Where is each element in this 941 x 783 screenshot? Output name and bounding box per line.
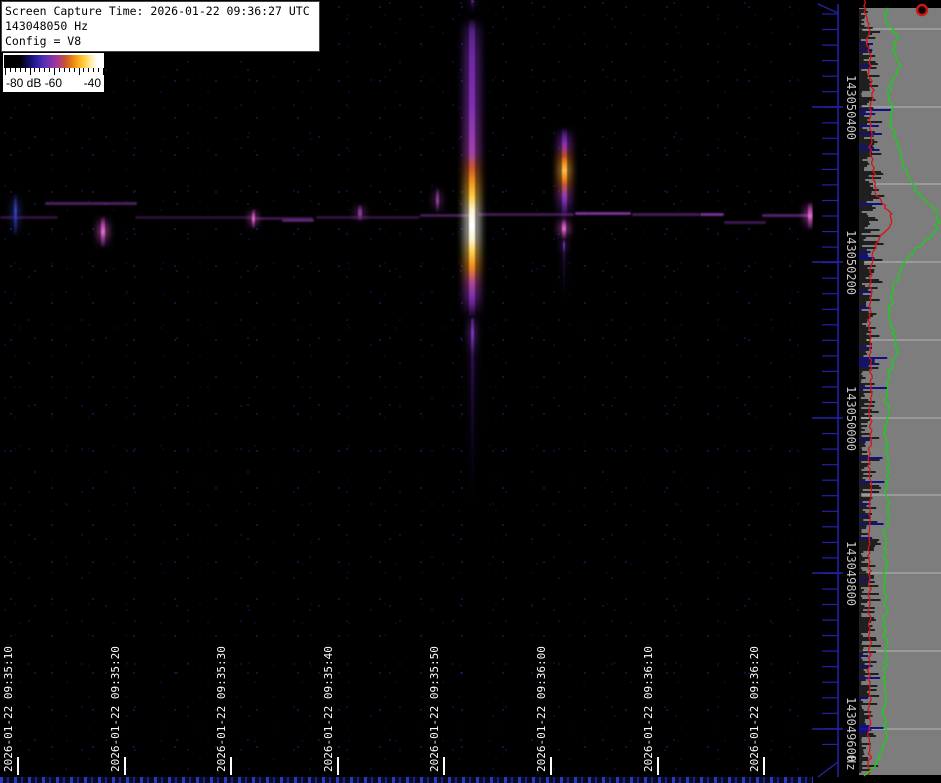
time-label: 2026-01-22 09:35:20	[108, 646, 122, 772]
signal-streak-core	[469, 18, 475, 318]
time-label: 2026-01-22 09:35:10	[2, 646, 15, 772]
db-label-left: -80 dB -60	[6, 76, 63, 90]
spectrum-graph-panel	[859, 0, 941, 783]
waterfall-bottom-noise	[0, 777, 813, 783]
time-tick	[656, 757, 659, 775]
capture-time-text: Screen Capture Time: 2026-01-22 09:36:27…	[5, 4, 310, 18]
time-label: 2026-01-22 09:35:40	[321, 646, 335, 772]
time-tick	[17, 757, 19, 775]
color-scale-tick	[34, 68, 36, 72]
color-scale-tick	[44, 68, 46, 72]
color-scale-tick	[63, 68, 65, 72]
db-label-right: -40	[83, 76, 101, 90]
time-tick	[550, 757, 552, 775]
color-scale-legend: -80 dB -60 -40	[3, 53, 104, 92]
signal-band-segment	[632, 213, 700, 216]
time-label: 2026-01-22 09:36:10	[641, 646, 655, 772]
color-scale-tick	[49, 68, 51, 72]
color-scale-tick	[19, 68, 21, 72]
color-scale-tick	[29, 68, 31, 75]
freq-axis-unit: Hz	[844, 756, 858, 771]
color-scale-tick	[9, 68, 11, 72]
color-scale-tick	[73, 68, 75, 72]
config-text: Config = V8	[5, 34, 82, 48]
signal-streak-core	[358, 204, 362, 222]
signal-streak-core	[561, 128, 567, 220]
time-tick	[763, 757, 766, 775]
time-tick	[230, 757, 233, 775]
signal-streak-core	[101, 216, 105, 248]
color-scale-tick	[103, 68, 104, 75]
time-label: 2026-01-22 09:35:30	[215, 646, 229, 772]
signal-band-segment	[316, 216, 420, 219]
freq-axis-label: 143050000	[844, 386, 858, 452]
signal-streak-core	[251, 209, 255, 229]
signal-streak-core	[435, 187, 439, 213]
signal-band-segment	[0, 216, 58, 219]
signal-band-segment	[724, 221, 766, 224]
time-label: 2026-01-22 09:35:50	[428, 646, 442, 772]
signal-band-segment	[282, 219, 314, 222]
color-gradient-bar	[4, 55, 103, 68]
time-tick	[336, 757, 339, 775]
freq-axis-arrow-bottom	[817, 761, 839, 778]
signal-band-segment	[700, 213, 724, 216]
color-scale-tick	[88, 68, 90, 72]
color-scale-tick	[58, 68, 60, 72]
signal-streak-core	[470, 318, 474, 503]
freq-axis-label: 143049600	[844, 697, 858, 763]
frequency-axis: 143050400 143050200 143050000 143049800 1430…	[800, 0, 859, 783]
signal-streak-core	[562, 218, 566, 240]
signal-streak-core	[470, 0, 474, 14]
time-tick	[443, 757, 446, 775]
color-scale-ruler	[4, 68, 104, 76]
color-scale-labels: -80 dB -60 -40	[3, 76, 104, 90]
signal-streak-core	[563, 240, 565, 302]
time-tick	[123, 757, 126, 775]
signal-streak-core	[13, 193, 17, 237]
color-scale-tick	[24, 68, 26, 72]
color-scale-tick	[78, 68, 80, 75]
color-scale-tick	[68, 68, 70, 72]
screen-capture: 2026-01-22 09:35:10 2026-01-22 09:35:20 20…	[0, 0, 941, 783]
color-scale-tick	[39, 68, 41, 72]
spectrum-svg	[859, 0, 941, 777]
color-scale-tick	[5, 68, 6, 75]
freq-axis-label: 143050200	[844, 230, 858, 296]
freq-axis-label: 143049800	[844, 541, 858, 607]
color-scale-tick	[14, 68, 16, 72]
color-scale-tick	[83, 68, 85, 72]
frequency-text: 143048050 Hz	[5, 19, 89, 33]
signal-band-segment	[45, 202, 137, 205]
overload-indicator-marker	[915, 3, 929, 17]
capture-info-box: Screen Capture Time: 2026-01-22 09:36:27…	[1, 1, 320, 52]
time-label: 2026-01-22 09:36:20	[748, 646, 762, 772]
freq-axis-arrow-top	[817, 3, 839, 14]
time-label: 2026-01-22 09:36:00	[535, 646, 548, 772]
waterfall-display: 2026-01-22 09:35:10 2026-01-22 09:35:20 20…	[0, 0, 813, 783]
color-scale-tick	[54, 68, 55, 75]
signal-band-segment	[135, 216, 253, 219]
freq-axis-label: 143050400	[844, 75, 858, 141]
color-scale-tick	[98, 68, 100, 72]
signal-band-segment	[575, 212, 631, 215]
color-scale-tick	[93, 68, 95, 72]
